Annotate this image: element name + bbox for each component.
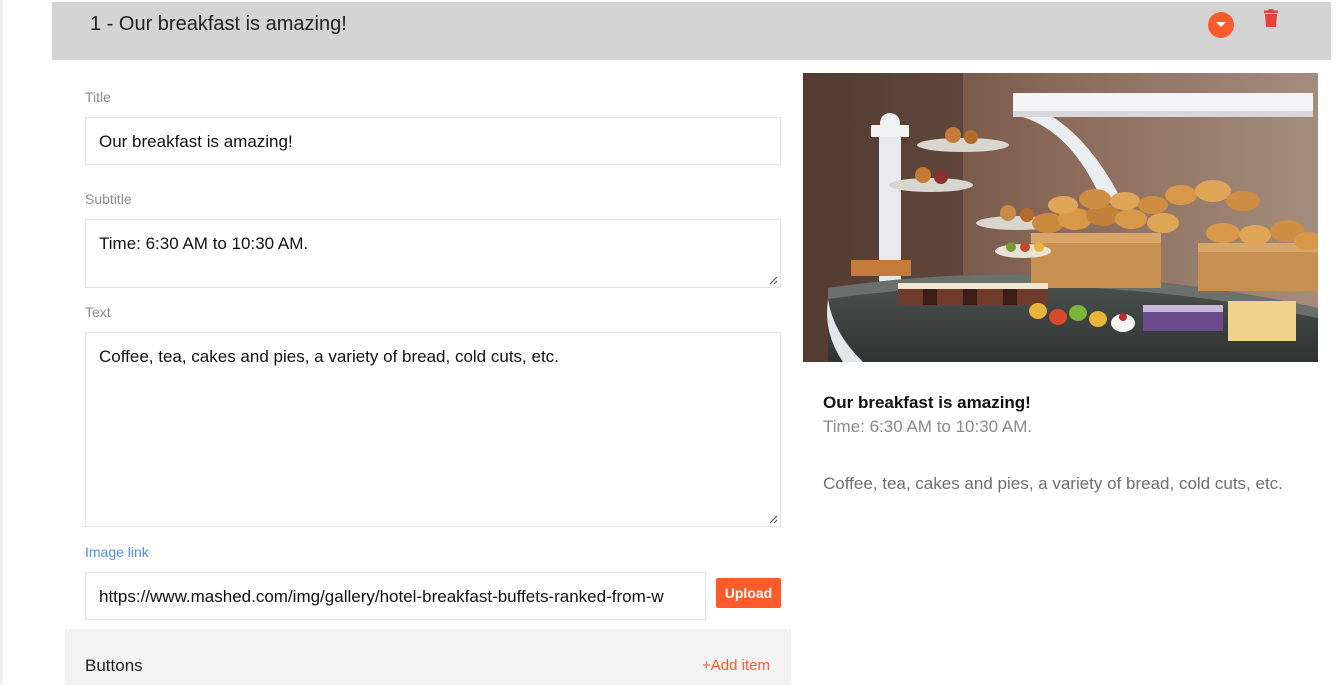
title-label: Title <box>85 89 111 105</box>
breakfast-buffet-illustration <box>803 73 1318 362</box>
buttons-label: Buttons <box>85 656 143 675</box>
slide-card: 1 - Our breakfast is amazing! Title Our … <box>52 0 1332 685</box>
image-link-value: https://www.mashed.com/img/gallery/hotel… <box>99 587 664 606</box>
card-title: 1 - Our breakfast is amazing! <box>90 13 347 35</box>
left-rail <box>0 0 3 685</box>
preview-text: Coffee, tea, cakes and pies, a variety o… <box>823 474 1283 493</box>
chevron-down-icon <box>1216 22 1226 27</box>
preview-subtitle: Time: 6:30 AM to 10:30 AM. <box>823 417 1033 436</box>
card-header[interactable]: 1 - Our breakfast is amazing! <box>52 2 1331 60</box>
text-input-value: Coffee, tea, cakes and pies, a variety o… <box>99 347 559 366</box>
preview-image <box>803 73 1318 362</box>
subtitle-input[interactable]: Time: 6:30 AM to 10:30 AM. <box>85 219 781 288</box>
trash-icon <box>1264 9 1278 27</box>
title-input[interactable]: Our breakfast is amazing! <box>85 117 781 165</box>
buttons-section: Buttons +Add item <box>65 629 791 685</box>
add-item-button[interactable]: +Add item <box>702 657 770 674</box>
resize-grip-icon[interactable] <box>768 275 778 285</box>
title-input-value: Our breakfast is amazing! <box>99 132 293 151</box>
collapse-button[interactable] <box>1208 12 1234 38</box>
resize-grip-icon[interactable] <box>768 514 778 524</box>
subtitle-label: Subtitle <box>85 191 132 207</box>
text-input[interactable]: Coffee, tea, cakes and pies, a variety o… <box>85 332 781 527</box>
text-label: Text <box>85 304 111 320</box>
subtitle-input-value: Time: 6:30 AM to 10:30 AM. <box>99 234 309 253</box>
delete-button[interactable] <box>1264 9 1282 29</box>
upload-button[interactable]: Upload <box>716 578 781 608</box>
image-link-input[interactable]: https://www.mashed.com/img/gallery/hotel… <box>85 572 706 620</box>
preview-title: Our breakfast is amazing! <box>823 393 1031 412</box>
image-link-label: Image link <box>85 544 149 560</box>
